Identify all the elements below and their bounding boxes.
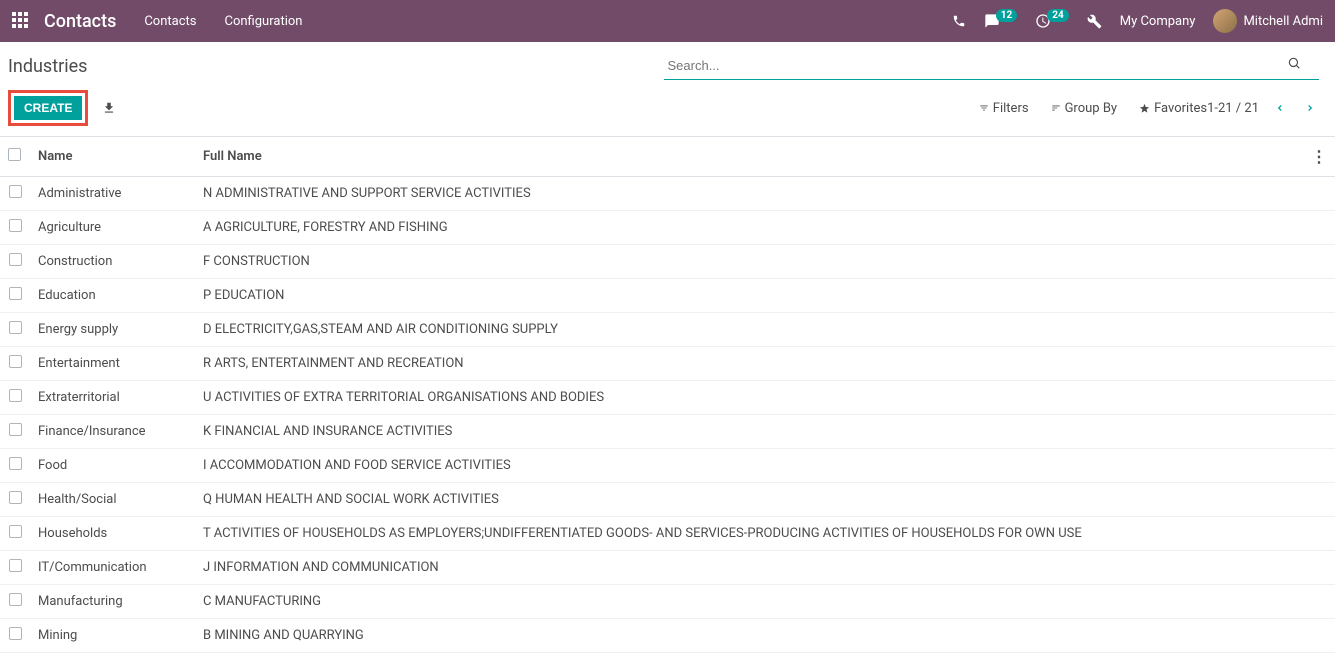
row-checkbox[interactable] bbox=[9, 457, 22, 470]
filter-icon bbox=[979, 103, 989, 113]
top-navbar: Contacts Contacts Configuration 12 24 My… bbox=[0, 0, 1335, 42]
cell-name: Finance/Insurance bbox=[30, 415, 195, 449]
nav-menu: Contacts Configuration bbox=[144, 14, 951, 29]
cell-fullname: R ARTS, ENTERTAINMENT AND RECREATION bbox=[195, 347, 1335, 381]
phone-icon[interactable] bbox=[952, 14, 966, 28]
row-checkbox[interactable] bbox=[9, 219, 22, 232]
cell-name: Mining bbox=[30, 619, 195, 653]
row-checkbox[interactable] bbox=[9, 321, 22, 334]
pager-prev[interactable] bbox=[1271, 101, 1289, 115]
avatar-icon bbox=[1213, 9, 1237, 33]
nav-contacts[interactable]: Contacts bbox=[144, 14, 196, 29]
industries-table: Name Full Name ⋮ Administrative N ADMINI… bbox=[0, 137, 1335, 653]
tools-icon[interactable] bbox=[1087, 14, 1102, 29]
row-checkbox[interactable] bbox=[9, 287, 22, 300]
row-checkbox[interactable] bbox=[9, 185, 22, 198]
table-row[interactable]: Food I ACCOMMODATION AND FOOD SERVICE AC… bbox=[0, 449, 1335, 483]
pager[interactable]: 1-21 / 21 bbox=[1207, 101, 1259, 116]
nav-right: 12 24 My Company Mitchell Admi bbox=[952, 9, 1323, 33]
cell-name: Entertainment bbox=[30, 347, 195, 381]
col-name[interactable]: Name bbox=[30, 137, 195, 177]
table-row[interactable]: Manufacturing C MANUFACTURING bbox=[0, 585, 1335, 619]
table-row[interactable]: Administrative N ADMINISTRATIVE AND SUPP… bbox=[0, 177, 1335, 211]
table-row[interactable]: Construction F CONSTRUCTION bbox=[0, 245, 1335, 279]
cell-fullname: C MANUFACTURING bbox=[195, 585, 1335, 619]
cell-fullname: A AGRICULTURE, FORESTRY AND FISHING bbox=[195, 211, 1335, 245]
table-row[interactable]: Health/Social Q HUMAN HEALTH AND SOCIAL … bbox=[0, 483, 1335, 517]
cell-fullname: B MINING AND QUARRYING bbox=[195, 619, 1335, 653]
row-checkbox[interactable] bbox=[9, 253, 22, 266]
table-row[interactable]: Education P EDUCATION bbox=[0, 279, 1335, 313]
cell-fullname: F CONSTRUCTION bbox=[195, 245, 1335, 279]
cell-fullname: P EDUCATION bbox=[195, 279, 1335, 313]
cell-name: Extraterritorial bbox=[30, 381, 195, 415]
messages-badge: 12 bbox=[996, 9, 1017, 22]
row-checkbox[interactable] bbox=[9, 491, 22, 504]
row-checkbox[interactable] bbox=[9, 423, 22, 436]
cell-name: Households bbox=[30, 517, 195, 551]
cell-fullname: T ACTIVITIES OF HOUSEHOLDS AS EMPLOYERS;… bbox=[195, 517, 1335, 551]
table-row[interactable]: Finance/Insurance K FINANCIAL AND INSURA… bbox=[0, 415, 1335, 449]
favorites-button[interactable]: Favorites bbox=[1139, 101, 1207, 116]
cell-name: Health/Social bbox=[30, 483, 195, 517]
table-row[interactable]: Agriculture A AGRICULTURE, FORESTRY AND … bbox=[0, 211, 1335, 245]
cell-fullname: I ACCOMMODATION AND FOOD SERVICE ACTIVIT… bbox=[195, 449, 1335, 483]
download-icon[interactable] bbox=[102, 101, 116, 115]
cell-fullname: D ELECTRICITY,GAS,STEAM AND AIR CONDITIO… bbox=[195, 313, 1335, 347]
groupby-icon bbox=[1051, 103, 1061, 113]
table-row[interactable]: Mining B MINING AND QUARRYING bbox=[0, 619, 1335, 653]
table-row[interactable]: Households T ACTIVITIES OF HOUSEHOLDS AS… bbox=[0, 517, 1335, 551]
breadcrumb: Industries bbox=[8, 52, 664, 77]
table-row[interactable]: Energy supply D ELECTRICITY,GAS,STEAM AN… bbox=[0, 313, 1335, 347]
cell-fullname: J INFORMATION AND COMMUNICATION bbox=[195, 551, 1335, 585]
cell-name: Energy supply bbox=[30, 313, 195, 347]
create-highlight: CREATE bbox=[8, 90, 88, 126]
table-row[interactable]: Extraterritorial U ACTIVITIES OF EXTRA T… bbox=[0, 381, 1335, 415]
row-checkbox[interactable] bbox=[9, 355, 22, 368]
row-checkbox[interactable] bbox=[9, 525, 22, 538]
table-row[interactable]: IT/Communication J INFORMATION AND COMMU… bbox=[0, 551, 1335, 585]
activities-badge: 24 bbox=[1047, 9, 1068, 22]
cell-fullname: U ACTIVITIES OF EXTRA TERRITORIAL ORGANI… bbox=[195, 381, 1335, 415]
search-input[interactable] bbox=[664, 52, 1320, 80]
search-icon[interactable] bbox=[1287, 56, 1301, 70]
row-checkbox[interactable] bbox=[9, 627, 22, 640]
row-checkbox[interactable] bbox=[9, 389, 22, 402]
row-checkbox[interactable] bbox=[9, 559, 22, 572]
apps-icon[interactable] bbox=[12, 12, 30, 30]
cell-name: Construction bbox=[30, 245, 195, 279]
control-panel: Industries CREATE Filters Group By bbox=[0, 42, 1335, 137]
nav-configuration[interactable]: Configuration bbox=[225, 14, 303, 29]
cell-name: Food bbox=[30, 449, 195, 483]
star-icon bbox=[1139, 103, 1150, 114]
groupby-button[interactable]: Group By bbox=[1051, 101, 1118, 116]
create-button[interactable]: CREATE bbox=[14, 96, 82, 120]
user-menu[interactable]: Mitchell Admi bbox=[1213, 9, 1323, 33]
cell-name: IT/Communication bbox=[30, 551, 195, 585]
company-selector[interactable]: My Company bbox=[1120, 14, 1196, 29]
row-checkbox[interactable] bbox=[9, 593, 22, 606]
table-row[interactable]: Entertainment R ARTS, ENTERTAINMENT AND … bbox=[0, 347, 1335, 381]
col-fullname[interactable]: Full Name bbox=[195, 137, 1303, 177]
app-title[interactable]: Contacts bbox=[44, 11, 116, 32]
cell-fullname: K FINANCIAL AND INSURANCE ACTIVITIES bbox=[195, 415, 1335, 449]
cell-name: Agriculture bbox=[30, 211, 195, 245]
messages-icon[interactable]: 12 bbox=[984, 13, 1017, 29]
cell-fullname: Q HUMAN HEALTH AND SOCIAL WORK ACTIVITIE… bbox=[195, 483, 1335, 517]
cell-name: Administrative bbox=[30, 177, 195, 211]
activities-icon[interactable]: 24 bbox=[1035, 13, 1068, 29]
cell-fullname: N ADMINISTRATIVE AND SUPPORT SERVICE ACT… bbox=[195, 177, 1335, 211]
user-name: Mitchell Admi bbox=[1243, 14, 1323, 29]
kebab-icon[interactable]: ⋮ bbox=[1311, 147, 1327, 166]
filters-button[interactable]: Filters bbox=[979, 101, 1029, 116]
cell-name: Education bbox=[30, 279, 195, 313]
select-all-checkbox[interactable] bbox=[8, 148, 21, 161]
pager-next[interactable] bbox=[1301, 101, 1319, 115]
cell-name: Manufacturing bbox=[30, 585, 195, 619]
